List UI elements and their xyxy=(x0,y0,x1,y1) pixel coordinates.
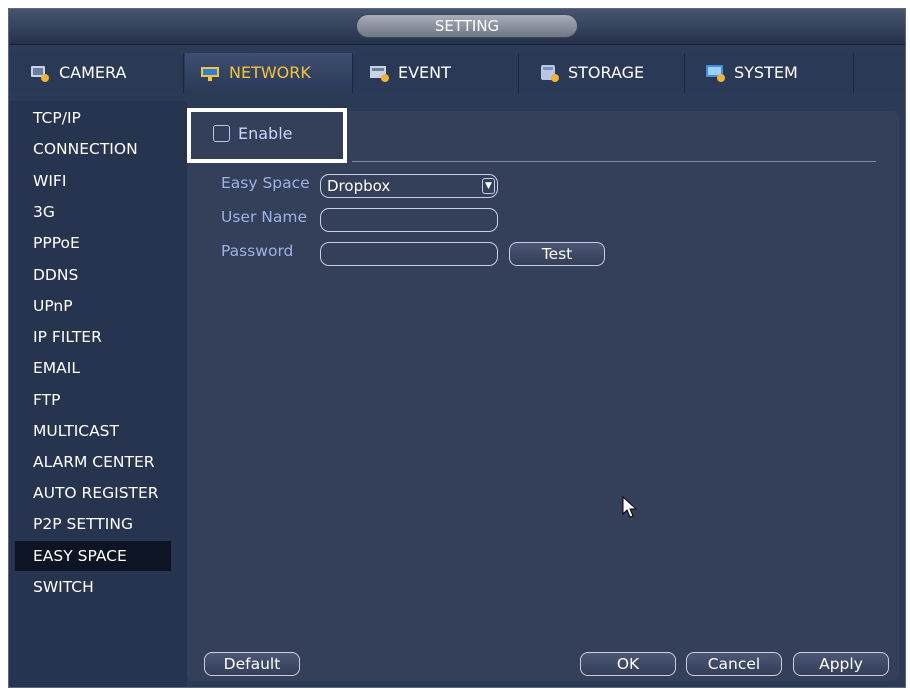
tab-network-label: NETWORK xyxy=(229,63,311,82)
sidebar-item-label: WIFI xyxy=(33,172,67,190)
sidebar-item-label: EASY SPACE xyxy=(33,547,127,565)
main-tab-bar: CAMERA NETWORK EVENT STORAGE SYSTEM xyxy=(9,53,905,93)
tab-event[interactable]: EVENT xyxy=(354,53,519,93)
sidebar-item-label: 3G xyxy=(33,203,55,221)
sidebar-item-label: MULTICAST xyxy=(33,422,119,440)
sidebar-item-label: P2P SETTING xyxy=(33,515,133,533)
sidebar-item-email[interactable]: EMAIL xyxy=(15,353,171,383)
sidebar-item-alarm-center[interactable]: ALARM CENTER xyxy=(15,447,171,477)
sidebar-item-multicast[interactable]: MULTICAST xyxy=(15,416,171,446)
tab-camera[interactable]: CAMERA xyxy=(19,53,184,93)
network-icon xyxy=(199,63,223,83)
ok-button[interactable]: OK xyxy=(580,652,676,676)
sidebar-item-auto-register[interactable]: AUTO REGISTER xyxy=(15,478,171,508)
sidebar-item-switch[interactable]: SWITCH xyxy=(15,572,171,602)
window-title: SETTING xyxy=(356,14,578,38)
apply-button[interactable]: Apply xyxy=(793,652,889,676)
sidebar-item-connection[interactable]: CONNECTION xyxy=(15,134,171,164)
tab-system-label: SYSTEM xyxy=(734,63,798,82)
user-name-label: User Name xyxy=(221,208,307,226)
easy-space-select[interactable]: Dropbox ▼ xyxy=(320,174,498,198)
sidebar-item-label: TCP/IP xyxy=(33,109,81,127)
sidebar-item-label: EMAIL xyxy=(33,359,80,377)
tab-event-label: EVENT xyxy=(398,63,451,82)
sidebar-item-label: UPnP xyxy=(33,297,73,315)
cancel-button[interactable]: Cancel xyxy=(686,652,782,676)
sidebar-item-ddns[interactable]: DDNS xyxy=(15,260,171,290)
test-button[interactable]: Test xyxy=(509,242,605,266)
easy-space-label: Easy Space xyxy=(221,174,310,192)
easy-space-value: Dropbox xyxy=(327,177,391,195)
divider xyxy=(352,161,876,162)
sidebar-item-ip-filter[interactable]: IP FILTER xyxy=(15,322,171,352)
user-name-input[interactable] xyxy=(320,208,498,232)
enable-checkbox[interactable] xyxy=(213,125,230,142)
sidebar-item-label: AUTO REGISTER xyxy=(33,484,159,502)
sidebar-item-p2p-setting[interactable]: P2P SETTING xyxy=(15,509,171,539)
settings-window: SETTING CAMERA NETWORK EVENT STORAGE SYS… xyxy=(8,8,906,688)
sidebar-item-pppoe[interactable]: PPPoE xyxy=(15,228,171,258)
sidebar-item-label: ALARM CENTER xyxy=(33,453,155,471)
default-button[interactable]: Default xyxy=(204,652,300,676)
storage-icon xyxy=(538,63,562,83)
chevron-down-icon[interactable]: ▼ xyxy=(482,178,495,194)
sidebar-item-easy-space[interactable]: EASY SPACE xyxy=(15,541,171,571)
camera-icon xyxy=(29,63,53,83)
sidebar-item-ftp[interactable]: FTP xyxy=(15,385,171,415)
tab-storage[interactable]: STORAGE xyxy=(520,53,685,93)
title-bar: SETTING xyxy=(9,9,905,45)
sidebar: TCP/IP CONNECTION WIFI 3G PPPoE DDNS UPn… xyxy=(9,101,187,687)
enable-label: Enable xyxy=(238,124,293,143)
enable-checkbox-row[interactable]: Enable xyxy=(213,124,293,143)
sidebar-item-3g[interactable]: 3G xyxy=(15,197,171,227)
mouse-pointer-icon xyxy=(622,496,638,518)
sidebar-item-label: FTP xyxy=(33,391,61,409)
password-input[interactable] xyxy=(320,242,498,266)
sidebar-item-wifi[interactable]: WIFI xyxy=(15,166,171,196)
sidebar-item-upnp[interactable]: UPnP xyxy=(15,291,171,321)
event-icon xyxy=(368,63,392,83)
sidebar-item-tcpip[interactable]: TCP/IP xyxy=(15,103,171,133)
content-panel xyxy=(187,111,899,681)
system-icon xyxy=(704,63,728,83)
sidebar-item-label: CONNECTION xyxy=(33,140,138,158)
sidebar-item-label: IP FILTER xyxy=(33,328,102,346)
password-label: Password xyxy=(221,242,294,260)
tab-storage-label: STORAGE xyxy=(568,63,645,82)
sidebar-item-label: PPPoE xyxy=(33,234,80,252)
sidebar-item-label: DDNS xyxy=(33,266,79,284)
tab-camera-label: CAMERA xyxy=(59,63,127,82)
sidebar-item-label: SWITCH xyxy=(33,578,94,596)
tab-network[interactable]: NETWORK xyxy=(185,53,353,93)
tab-system[interactable]: SYSTEM xyxy=(686,53,854,93)
